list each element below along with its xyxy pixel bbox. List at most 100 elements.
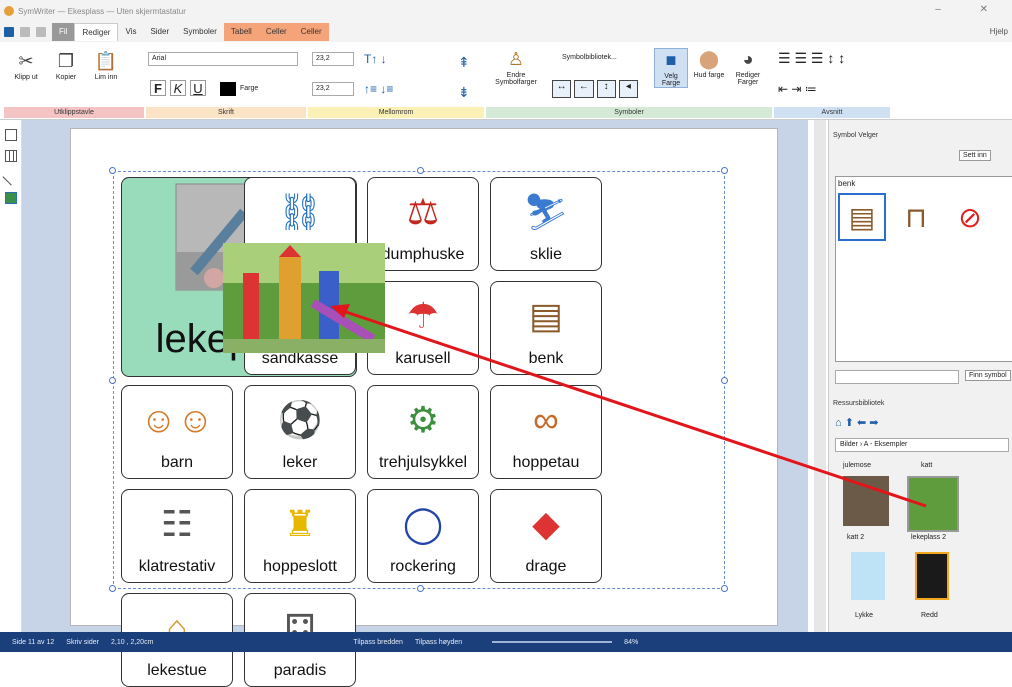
canvas-scrollbar[interactable] (814, 120, 826, 632)
choose-color-button[interactable]: ■ Velg Farge (654, 48, 688, 88)
symbol-cell[interactable]: ⛷ sklie (490, 177, 602, 271)
paste-icon: 📋 (94, 51, 118, 71)
symbols-group: ♙ Endre Symbolfarger Symbolbibliotek... ↔… (486, 46, 772, 118)
cell-word: trehjulsykkel (378, 454, 468, 471)
cell-word: sklie (529, 246, 562, 263)
tricycle-icon: ⚙ (406, 399, 440, 440)
symbol-cell[interactable]: ☺☺ barn (121, 385, 233, 479)
italic-button[interactable]: K (170, 80, 186, 96)
resize-handle[interactable] (721, 585, 728, 592)
undo-icon[interactable] (20, 27, 30, 37)
tab-file[interactable]: Fil (52, 23, 75, 41)
spacing-down-icon[interactable]: ⇟ (458, 84, 470, 101)
sym-pos-1[interactable]: ↔ (552, 80, 572, 98)
underline-button[interactable]: U (190, 80, 206, 96)
bold-button[interactable]: F (150, 80, 166, 96)
align-buttons[interactable]: ☰ ☰ ☰ ↕ ↕ (778, 50, 845, 67)
tab-pages[interactable]: Sider (143, 23, 176, 41)
symbol-library-link[interactable]: Symbolbibliotek... (562, 54, 617, 61)
symbol-cell[interactable]: ∞ hoppetau (490, 385, 602, 479)
line-spacing-icon[interactable]: ↑≡ ↓≡ (364, 82, 393, 96)
cut-button[interactable]: ✂ Klipp ut (8, 50, 44, 81)
resize-handle[interactable] (109, 167, 116, 174)
tab-view[interactable]: Vis (118, 23, 143, 41)
redo-icon[interactable] (36, 27, 46, 37)
sym-pos-3[interactable]: ↕ (596, 80, 616, 98)
redd-card-icon[interactable] (915, 552, 949, 600)
library-item-label: lekeplass 2 (911, 534, 947, 541)
spacing-up-icon[interactable]: ⇞ (458, 54, 470, 71)
insert-button[interactable]: Sett inn (959, 150, 991, 161)
window-controls[interactable]: – ✕ (935, 4, 1006, 15)
tab-table[interactable]: Tabell (223, 23, 259, 41)
bench-result-icon[interactable]: ▤ (838, 193, 886, 241)
sym-pos-2[interactable]: ← (574, 80, 594, 98)
right-panel: Symbol Velger Sett inn benk ▤ ⊓ ⊘ Finn s… (828, 120, 1012, 652)
dragged-photo-icon[interactable] (223, 243, 385, 353)
symbol-cell[interactable]: ◆ drage (490, 489, 602, 583)
symbol-size-select[interactable]: 23,2 (312, 82, 354, 96)
edit-colors-button[interactable]: ◕ Rediger Farger (728, 48, 768, 86)
no-symbol-icon[interactable]: ⊘ (946, 193, 994, 241)
hoop-icon: ◯ (402, 503, 444, 544)
nav-buttons[interactable]: ⌂ ⬆ ⬅ ➡ (835, 416, 878, 429)
paste-button[interactable]: 📋 Lim inn (88, 50, 124, 81)
font-family-select[interactable]: Arial (148, 52, 298, 66)
spacing-label: Mellomrom (308, 107, 484, 118)
lykke-card-icon[interactable] (851, 552, 885, 600)
bench-alt-icon[interactable]: ⊓ (892, 193, 940, 241)
symbol-search-input[interactable] (835, 370, 959, 384)
resize-handle[interactable] (417, 585, 424, 592)
skin-color-button[interactable]: ⬤ Hud farge (692, 48, 726, 79)
playground-photo-icon[interactable] (907, 476, 959, 532)
symbol-cell[interactable]: ⚙ trehjulsykkel (367, 385, 479, 479)
change-symbol-button[interactable]: ♙ Endre Symbolfarger (490, 48, 542, 86)
sym-pos-4[interactable]: ◂ (618, 80, 638, 98)
tab-symbols[interactable]: Symboler (176, 23, 224, 41)
color-swatch[interactable] (220, 82, 236, 96)
symbol-cell[interactable]: ☷ klatrestativ (121, 489, 233, 583)
copy-icon: ❐ (57, 51, 75, 71)
resize-handle[interactable] (109, 585, 116, 592)
resize-handle[interactable] (417, 167, 424, 174)
table-tool-icon[interactable] (4, 150, 17, 162)
library-item-label: katt (921, 462, 933, 469)
symbol-cell[interactable]: ▤ benk (490, 281, 602, 375)
cell-word: klatrestativ (138, 558, 216, 575)
document-page[interactable]: lekeplass ⛓huske⚖dumphuske⛷sklie⛱sandkas… (70, 128, 778, 687)
fit-height-button[interactable]: Tilpass høyden (415, 639, 462, 646)
cell-word: hoppetau (512, 454, 580, 471)
symbol-cell[interactable]: ⚽ leker (244, 385, 356, 479)
swing-icon: ⛓ (277, 191, 323, 232)
library-breadcrumb[interactable]: Bilder › A - Eksempler (835, 438, 1009, 452)
cell-word: benk (528, 350, 564, 367)
resize-handle[interactable] (721, 167, 728, 174)
color-label: Farge (240, 85, 259, 92)
grow-font-icon[interactable]: T↑ ↓ (364, 52, 387, 66)
image-tool-icon[interactable] (4, 192, 17, 204)
editor-mode[interactable]: Skriv sider (66, 639, 99, 646)
symbol-cell[interactable]: ♜ hoppeslott (244, 489, 356, 583)
fit-width-button[interactable]: Tilpass bredden (353, 639, 403, 646)
indent-buttons[interactable]: ⇤ ⇥ ≔ (778, 82, 817, 96)
symbol-cell[interactable]: ◯ rockering (367, 489, 479, 583)
help-link[interactable]: Hjelp (990, 27, 1008, 36)
font-label: Skrift (146, 107, 306, 118)
save-icon[interactable] (4, 27, 14, 37)
cat-photo-icon[interactable] (843, 476, 889, 526)
copy-button[interactable]: ❐ Kopier (48, 50, 84, 81)
zoom-slider[interactable] (492, 641, 613, 643)
status-bar: Side 11 av 12 Skriv sider 2,10 , 2,20cm … (0, 632, 1012, 652)
scissors-icon: ✂ (18, 51, 34, 71)
resize-handle[interactable] (721, 377, 728, 384)
change-symbol-label: Endre Symbolfarger (495, 72, 537, 86)
resize-handle[interactable] (109, 377, 116, 384)
find-symbol-button[interactable]: Finn symbol (965, 370, 1011, 381)
tab-cells-2[interactable]: Celler (293, 23, 329, 41)
line-tool-icon[interactable] (2, 168, 19, 186)
tab-cells[interactable]: Celler (258, 23, 294, 41)
tab-edit[interactable]: Rediger (74, 23, 119, 41)
font-size-select[interactable]: 23,2 (312, 52, 354, 66)
rectangle-tool-icon[interactable] (4, 129, 17, 141)
seesaw-icon: ⚖ (406, 191, 440, 232)
